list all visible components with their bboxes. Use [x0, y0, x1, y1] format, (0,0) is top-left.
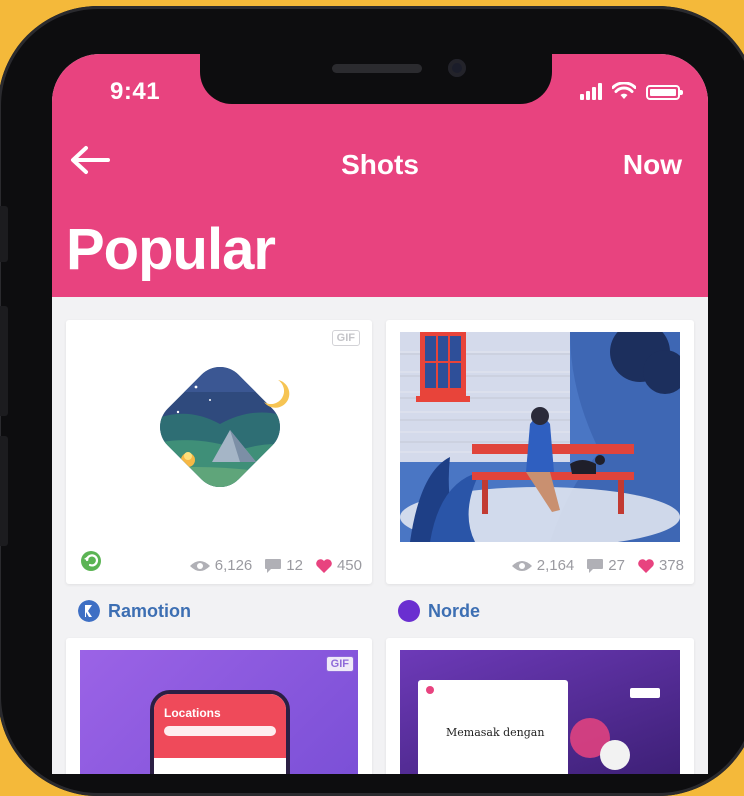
- shot-thumbnail[interactable]: [400, 332, 680, 542]
- author-name: Ramotion: [108, 600, 191, 621]
- volume-button: [0, 436, 8, 546]
- shot-thumbnail[interactable]: Locations: [80, 650, 358, 774]
- bench-illustration: [400, 332, 680, 542]
- speaker: [332, 64, 422, 73]
- comments-count: 12: [286, 557, 303, 574]
- camera: [448, 59, 466, 77]
- sort-now-button[interactable]: Now: [623, 149, 682, 181]
- heart-icon[interactable]: [315, 558, 333, 574]
- comment-icon: [265, 558, 282, 573]
- preview-title: Memasak dengan: [446, 726, 545, 739]
- comments-count: 27: [608, 557, 625, 574]
- gif-badge: GIF: [331, 330, 360, 346]
- page-title: Popular: [66, 217, 276, 282]
- norde-avatar: [398, 600, 420, 622]
- nav-title: Shots: [341, 149, 419, 180]
- header: 9:41 Shots Now Popular: [52, 54, 708, 297]
- rebound-icon: [81, 551, 101, 571]
- author-norde[interactable]: Norde: [398, 600, 480, 622]
- shot-card[interactable]: Memasak dengan: [386, 638, 694, 774]
- shot-card[interactable]: Locations GIF: [66, 638, 372, 774]
- signal-icon: [580, 80, 602, 100]
- preview-title: Locations: [164, 706, 221, 720]
- notch: [200, 54, 552, 104]
- wifi-icon: [612, 82, 636, 99]
- phone-frame: 9:41 Shots Now Popular GIF 6,126 12 450 …: [0, 6, 744, 796]
- eye-icon: [189, 560, 210, 571]
- author-ramotion[interactable]: Ramotion: [78, 600, 191, 622]
- shot-card[interactable]: GIF 6,126 12 450: [66, 320, 372, 584]
- views-count: 6,126: [214, 557, 253, 574]
- shot-thumbnail[interactable]: Memasak dengan: [400, 650, 680, 774]
- status-icons: [580, 80, 683, 100]
- screen: 9:41 Shots Now Popular GIF 6,126 12 450 …: [52, 54, 708, 774]
- likes-count: 378: [658, 557, 684, 574]
- shot-card[interactable]: 2,164 27 378: [386, 320, 694, 584]
- shot-thumbnail[interactable]: [80, 332, 358, 540]
- phone-mockup: Locations: [150, 690, 290, 774]
- gif-badge: GIF: [325, 656, 354, 672]
- battery-icon: [646, 85, 683, 100]
- heart-icon[interactable]: [637, 558, 655, 574]
- views-count: 2,164: [536, 557, 575, 574]
- eye-icon: [511, 560, 532, 571]
- web-mockup: Memasak dengan: [418, 680, 568, 774]
- volume-button: [0, 306, 8, 416]
- ramotion-avatar: [78, 600, 100, 622]
- side-button: [0, 206, 8, 262]
- status-time: 9:41: [110, 78, 161, 105]
- comment-icon: [587, 558, 604, 573]
- likes-count: 450: [336, 557, 362, 574]
- author-name: Norde: [428, 600, 481, 621]
- shot-stats: 6,126 12 450: [189, 557, 362, 574]
- shot-stats: 2,164 27 378: [511, 557, 684, 574]
- camping-illustration: [149, 356, 291, 498]
